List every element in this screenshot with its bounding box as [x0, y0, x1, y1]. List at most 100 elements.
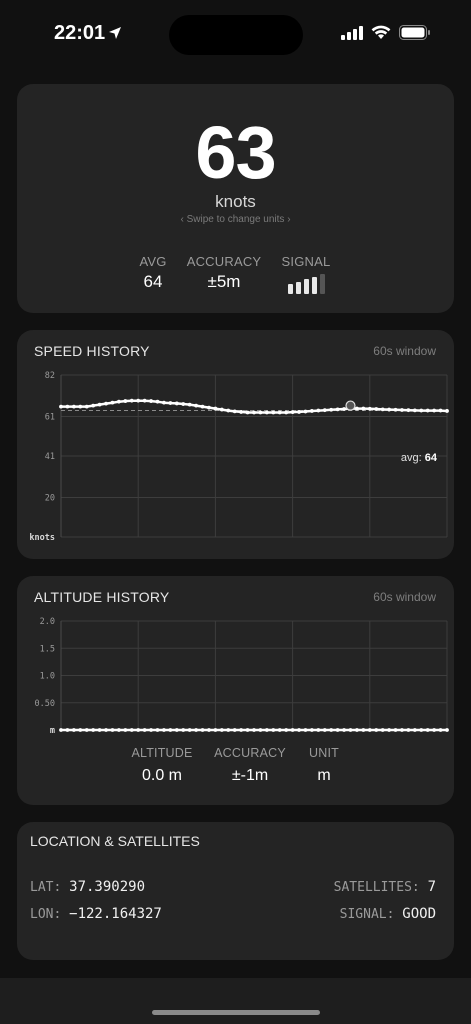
data-point	[297, 728, 301, 732]
data-point	[361, 406, 366, 411]
data-point	[303, 728, 308, 732]
data-point	[329, 728, 334, 732]
data-point	[219, 407, 224, 412]
data-point	[59, 404, 63, 409]
altitude-accuracy-label: ACCURACY	[214, 746, 286, 760]
data-point	[335, 728, 340, 732]
status-right	[341, 25, 431, 40]
data-point	[432, 408, 437, 413]
data-point	[284, 728, 289, 732]
altitude-unit-value: m	[317, 767, 331, 784]
data-point	[419, 408, 424, 413]
data-point	[123, 728, 128, 732]
data-point	[162, 728, 166, 732]
data-point	[84, 728, 89, 732]
data-point	[162, 400, 166, 405]
data-point	[110, 728, 115, 732]
altitude-accuracy-stat: ACCURACY ±-1m	[210, 746, 290, 785]
data-point	[342, 407, 346, 411]
gps-signal-row: SIGNAL: GOOD	[340, 906, 436, 922]
y-tick-label: 20	[45, 493, 55, 503]
satellites-row: SATELLITES: 7	[334, 879, 436, 895]
latitude-value: 37.390290	[69, 879, 145, 895]
data-point	[419, 728, 424, 732]
data-point	[252, 410, 256, 415]
latitude-row: LAT: 37.390290	[30, 879, 145, 895]
data-point	[355, 728, 359, 732]
y-tick-label: 0.50	[35, 699, 55, 709]
avg-stat: AVG 64	[129, 254, 177, 292]
data-point	[155, 728, 160, 732]
data-point	[65, 728, 70, 732]
data-point	[393, 407, 398, 412]
accuracy-label: ACCURACY	[186, 254, 262, 269]
data-point	[284, 410, 289, 415]
data-point	[110, 400, 115, 405]
home-indicator[interactable]	[152, 1010, 320, 1015]
average-label: avg: 64	[401, 452, 438, 464]
data-point	[181, 728, 186, 732]
data-point	[149, 399, 153, 403]
y-axis-unit-label: m	[50, 726, 55, 736]
data-point	[361, 728, 366, 732]
data-point	[329, 407, 334, 412]
status-bar: 22:01	[0, 0, 471, 70]
altitude-label: ALTITUDE	[131, 746, 193, 760]
data-point	[232, 409, 237, 414]
satellites-label: SATELLITES:	[333, 880, 420, 895]
data-point	[425, 408, 430, 413]
data-point	[393, 728, 398, 732]
y-tick-label: 82	[45, 371, 55, 381]
avg-label: AVG	[139, 254, 167, 269]
altitude-stat: ALTITUDE 0.0 m	[121, 746, 203, 785]
data-point	[129, 728, 134, 732]
data-point	[226, 728, 231, 732]
data-point	[168, 401, 173, 405]
data-point	[290, 410, 295, 415]
data-point	[387, 407, 391, 412]
speed-card[interactable]: 63 knots ‹ Swipe to change units › AVG 6…	[17, 84, 454, 313]
data-point	[213, 406, 218, 411]
data-point	[425, 728, 430, 732]
speed-history-card: SPEED HISTORY 60s window 82 61 41 20 knots av…	[17, 330, 454, 559]
signal-bar	[319, 274, 325, 294]
data-point	[104, 728, 108, 732]
signal-strength-icon	[277, 274, 335, 294]
signal-bar	[287, 284, 293, 294]
longitude-row: LON: −122.164327	[30, 906, 162, 922]
longitude-value: −122.164327	[69, 906, 162, 922]
data-point	[226, 408, 231, 413]
data-point	[142, 398, 147, 403]
data-point	[367, 406, 372, 411]
bottom-bar	[0, 978, 471, 1024]
y-tick-label: 61	[45, 412, 55, 422]
signal-label: SIGNAL	[281, 254, 331, 269]
data-point	[445, 728, 449, 732]
accuracy-stat: ACCURACY ±5m	[184, 254, 264, 292]
data-point	[355, 406, 359, 411]
data-point	[129, 398, 134, 403]
data-point	[406, 728, 411, 732]
data-point	[290, 728, 295, 732]
data-point	[258, 728, 263, 732]
data-point	[78, 404, 83, 409]
data-point	[97, 728, 102, 732]
data-point	[374, 407, 379, 411]
signal-bar	[311, 276, 317, 294]
data-point	[348, 728, 353, 732]
speed-unit[interactable]: knots	[17, 192, 454, 212]
battery-icon	[399, 25, 430, 40]
data-point	[271, 410, 276, 415]
data-point	[200, 404, 205, 409]
data-point	[342, 728, 346, 732]
data-point	[194, 728, 199, 732]
data-point	[258, 410, 263, 415]
data-point	[84, 404, 89, 409]
data-point	[335, 407, 340, 412]
data-point	[406, 408, 411, 413]
y-tick-label: 1.5	[40, 644, 55, 654]
data-point	[187, 402, 192, 407]
current-speed: 63	[195, 111, 276, 194]
data-point	[432, 728, 437, 732]
data-point	[200, 728, 205, 732]
